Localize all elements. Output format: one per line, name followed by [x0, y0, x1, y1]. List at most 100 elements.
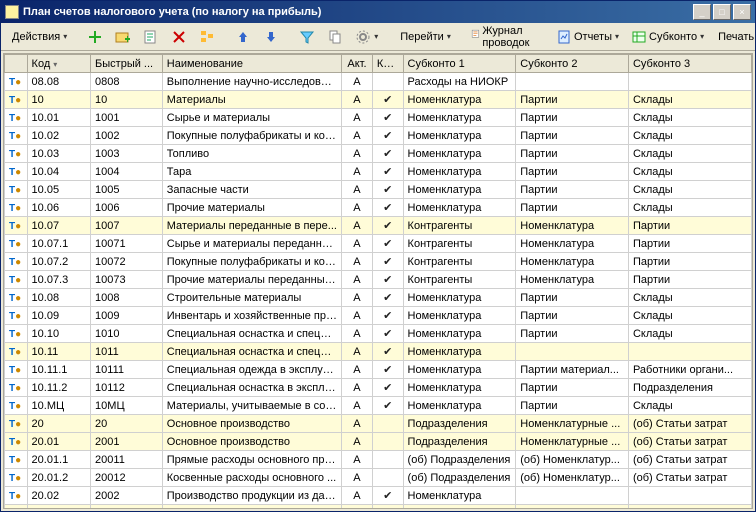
table-row[interactable]: T●10.МЦ10МЦМатериалы, учитываемые в сос.… — [5, 397, 752, 415]
cell-bystr: 1011 — [91, 343, 163, 361]
table-row[interactable]: T●10.061006Прочие материалыА✔Номенклатур… — [5, 199, 752, 217]
table-row[interactable]: T●10.051005Запасные частиА✔НоменклатураП… — [5, 181, 752, 199]
subkonto-menu[interactable]: Субконто ▾ — [626, 26, 709, 48]
titlebar[interactable]: План счетов налогового учета (по налогу … — [1, 1, 755, 23]
cell-s1: Номенклатура — [403, 397, 516, 415]
table-row[interactable]: T●10.07.210072Покупные полуфабрикаты и к… — [5, 253, 752, 271]
cell-kol: ✔ — [372, 127, 403, 145]
delete-button[interactable] — [166, 26, 192, 48]
table-row[interactable]: T●20.012001Основное производствоАПодразд… — [5, 433, 752, 451]
table-row[interactable]: T●2020Основное производствоАПодразделени… — [5, 415, 752, 433]
sort-down-icon: ▾ — [53, 60, 57, 69]
table-row[interactable]: T●20.01.220012Косвенные расходы основног… — [5, 469, 752, 487]
cell-kol: ✔ — [372, 217, 403, 235]
cell-kol — [372, 433, 403, 451]
settings-button[interactable]: ▾ — [350, 26, 383, 48]
table-row[interactable]: T●10.07.110071Сырье и материалы переданн… — [5, 235, 752, 253]
reports-icon — [556, 29, 572, 45]
edit-icon — [143, 29, 159, 45]
table-row[interactable]: T●10.11.210112Специальная оснастка в экс… — [5, 379, 752, 397]
cell-s1: Номенклатура — [403, 379, 516, 397]
cell-naim: Косвенные расходы основного ... — [162, 469, 341, 487]
table-row[interactable]: T●10.081008Строительные материалыА✔Номен… — [5, 289, 752, 307]
cell-s2: Партии — [516, 109, 629, 127]
cell-kod: 10.11.1 — [27, 361, 91, 379]
cell-s1: Номенклатура — [403, 289, 516, 307]
col-kod[interactable]: Код ▾ — [27, 55, 91, 73]
table-row[interactable]: T●1010МатериалыА✔НоменклатураПартииСклад… — [5, 91, 752, 109]
col-s2[interactable]: Субконто 2 — [516, 55, 629, 73]
cell-akt: А — [342, 289, 373, 307]
cell-akt: А — [342, 235, 373, 253]
move-up-button[interactable] — [230, 26, 256, 48]
col-s1[interactable]: Субконто 1 — [403, 55, 516, 73]
account-icon: T● — [9, 419, 21, 430]
add-folder-button[interactable] — [110, 26, 136, 48]
cell-kod: 10.09 — [27, 307, 91, 325]
cell-s3 — [628, 73, 751, 91]
table-row[interactable]: T●20.022002Производство продукции из дав… — [5, 487, 752, 505]
table-row[interactable]: T●10.041004ТараА✔НоменклатураПартииСклад… — [5, 163, 752, 181]
cell-s3: Склады — [628, 199, 751, 217]
col-bystr[interactable]: Быстрый ... — [91, 55, 163, 73]
table-row[interactable]: T●10.111011Специальная оснастка и специа… — [5, 343, 752, 361]
cell-kod: 10.МЦ — [27, 397, 91, 415]
window-title: План счетов налогового учета (по налогу … — [23, 6, 693, 18]
account-icon: T● — [9, 275, 21, 286]
table-row[interactable]: T●10.071007Материалы переданные в пере..… — [5, 217, 752, 235]
cell-naim: Инвентарь и хозяйственные при... — [162, 307, 341, 325]
table-row[interactable]: T●10.021002Покупные полуфабрикаты и ком.… — [5, 127, 752, 145]
add-button[interactable] — [82, 26, 108, 48]
col-naim[interactable]: Наименование — [162, 55, 341, 73]
cell-akt: А — [342, 181, 373, 199]
cell-s1: Номенклатура — [403, 109, 516, 127]
maximize-button[interactable]: □ — [713, 4, 731, 20]
cell-s1: Номенклатура — [403, 343, 516, 361]
cell-akt: А — [342, 199, 373, 217]
table-row[interactable]: T●10.101010Специальная оснастка и специа… — [5, 325, 752, 343]
cell-kol: ✔ — [372, 397, 403, 415]
cell-kol — [372, 415, 403, 433]
cell-naim: Тара — [162, 163, 341, 181]
table-row[interactable]: T●20.01.120011Прямые расходы основного п… — [5, 451, 752, 469]
journal-button[interactable]: Журнал проводок — [466, 26, 541, 48]
table-row[interactable]: T●10.091009Инвентарь и хозяйственные при… — [5, 307, 752, 325]
col-kol[interactable]: Кол. — [372, 55, 403, 73]
cell-kol — [372, 73, 403, 91]
cell-kod: 10.07 — [27, 217, 91, 235]
move-down-button[interactable] — [258, 26, 284, 48]
cell-s2: Партии — [516, 199, 629, 217]
close-button[interactable]: × — [733, 4, 751, 20]
cell-akt: А — [342, 487, 373, 505]
actions-menu[interactable]: Действия ▾ — [5, 26, 72, 48]
cell-kod: 10.04 — [27, 163, 91, 181]
reports-menu[interactable]: Отчеты ▾ — [551, 26, 624, 48]
col-icon[interactable] — [5, 55, 28, 73]
cell-naim: Топливо — [162, 145, 341, 163]
data-grid[interactable]: Код ▾ Быстрый ... Наименование Акт. Кол.… — [3, 53, 753, 509]
col-s3[interactable]: Субконто 3 — [628, 55, 751, 73]
account-icon: T● — [9, 203, 21, 214]
cell-bystr: 10112 — [91, 379, 163, 397]
header-row: Код ▾ Быстрый ... Наименование Акт. Кол.… — [5, 55, 752, 73]
goto-menu[interactable]: Перейти ▾ — [393, 26, 456, 48]
cell-akt: А — [342, 361, 373, 379]
cell-s3: (об) Статьи затрат — [628, 433, 751, 451]
table-row[interactable]: T●10.07.310073Прочие материалы переданны… — [5, 271, 752, 289]
cell-bystr: 1007 — [91, 217, 163, 235]
chevron-down-icon: ▾ — [374, 32, 378, 41]
filter-button[interactable] — [294, 26, 320, 48]
print-menu[interactable]: Печать ▾ — [711, 26, 756, 48]
minimize-button[interactable]: _ — [693, 4, 711, 20]
copy-button[interactable] — [322, 26, 348, 48]
table-row[interactable]: T●2121Полуфабрикаты собственного пр...А✔… — [5, 505, 752, 510]
table-row[interactable]: T●08.080808Выполнение научно-исследоват.… — [5, 73, 752, 91]
table-row[interactable]: T●10.031003ТопливоА✔НоменклатураПартииСк… — [5, 145, 752, 163]
table-row[interactable]: T●10.11.110111Специальная одежда в экспл… — [5, 361, 752, 379]
col-akt[interactable]: Акт. — [342, 55, 373, 73]
table-row[interactable]: T●10.011001Сырье и материалыА✔Номенклату… — [5, 109, 752, 127]
cell-s3: Склады — [628, 181, 751, 199]
edit-button[interactable] — [138, 26, 164, 48]
hierarchy-button[interactable] — [194, 26, 220, 48]
cell-s1: Номенклатура — [403, 325, 516, 343]
